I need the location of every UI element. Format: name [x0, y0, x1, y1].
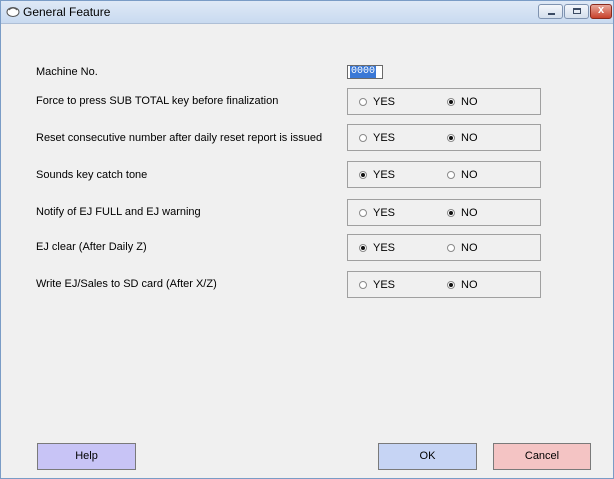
- yes-label: YES: [373, 242, 396, 254]
- setting-group: YES NO: [347, 161, 541, 188]
- setting-label: EJ clear (After Daily Z): [36, 241, 147, 253]
- help-button[interactable]: Help: [37, 443, 136, 470]
- minimize-button[interactable]: [538, 4, 563, 19]
- machine-no-label: Machine No.: [36, 66, 98, 78]
- title-bar[interactable]: General Feature x: [1, 1, 613, 24]
- no-label: NO: [461, 207, 478, 219]
- setting-group: YES NO: [347, 199, 541, 226]
- ok-button[interactable]: OK: [378, 443, 477, 470]
- cancel-button[interactable]: Cancel: [493, 443, 591, 470]
- setting-group: YES NO: [347, 124, 541, 151]
- setting-label: Notify of EJ FULL and EJ warning: [36, 206, 201, 218]
- no-radio[interactable]: NO: [447, 279, 478, 291]
- no-radio[interactable]: NO: [447, 207, 478, 219]
- yes-label: YES: [373, 132, 396, 144]
- no-radio[interactable]: NO: [447, 242, 478, 254]
- radio-icon: [447, 134, 455, 142]
- radio-icon: [447, 281, 455, 289]
- radio-icon: [359, 209, 367, 217]
- radio-icon: [447, 244, 455, 252]
- radio-icon: [359, 98, 367, 106]
- yes-label: YES: [373, 96, 396, 108]
- no-radio[interactable]: NO: [447, 169, 478, 181]
- radio-icon: [447, 171, 455, 179]
- no-label: NO: [461, 242, 478, 254]
- general-feature-window: General Feature x Machine No. 0000 Force…: [0, 0, 614, 479]
- yes-label: YES: [373, 207, 396, 219]
- radio-icon: [359, 171, 367, 179]
- yes-label: YES: [373, 279, 396, 291]
- no-label: NO: [461, 169, 478, 181]
- setting-label: Reset consecutive number after daily res…: [36, 132, 323, 144]
- no-label: NO: [461, 279, 478, 291]
- no-label: NO: [461, 96, 478, 108]
- yes-radio[interactable]: YES: [359, 96, 395, 108]
- setting-group: YES NO: [347, 234, 541, 261]
- yes-radio[interactable]: YES: [359, 242, 395, 254]
- setting-group: YES NO: [347, 88, 541, 115]
- yes-radio[interactable]: YES: [359, 207, 395, 219]
- radio-icon: [447, 98, 455, 106]
- yes-label: YES: [373, 169, 396, 181]
- setting-label: Force to press SUB TOTAL key before fina…: [36, 95, 279, 107]
- maximize-button[interactable]: [564, 4, 589, 19]
- radio-icon: [359, 244, 367, 252]
- window-title: General Feature: [23, 5, 111, 19]
- machine-no-input[interactable]: 0000: [347, 65, 383, 79]
- app-icon: [6, 7, 20, 17]
- yes-radio[interactable]: YES: [359, 279, 395, 291]
- close-button[interactable]: x: [590, 4, 612, 19]
- yes-radio[interactable]: YES: [359, 169, 395, 181]
- setting-label: Sounds key catch tone: [36, 169, 148, 181]
- radio-icon: [359, 134, 367, 142]
- setting-label: Write EJ/Sales to SD card (After X/Z): [36, 278, 217, 290]
- radio-icon: [447, 209, 455, 217]
- maximize-icon: [573, 8, 581, 14]
- yes-radio[interactable]: YES: [359, 132, 395, 144]
- close-icon: x: [597, 4, 605, 16]
- setting-group: YES NO: [347, 271, 541, 298]
- machine-no-value: 0000: [350, 66, 377, 78]
- no-label: NO: [461, 132, 478, 144]
- minimize-icon: [548, 13, 555, 15]
- no-radio[interactable]: NO: [447, 132, 478, 144]
- no-radio[interactable]: NO: [447, 96, 478, 108]
- radio-icon: [359, 281, 367, 289]
